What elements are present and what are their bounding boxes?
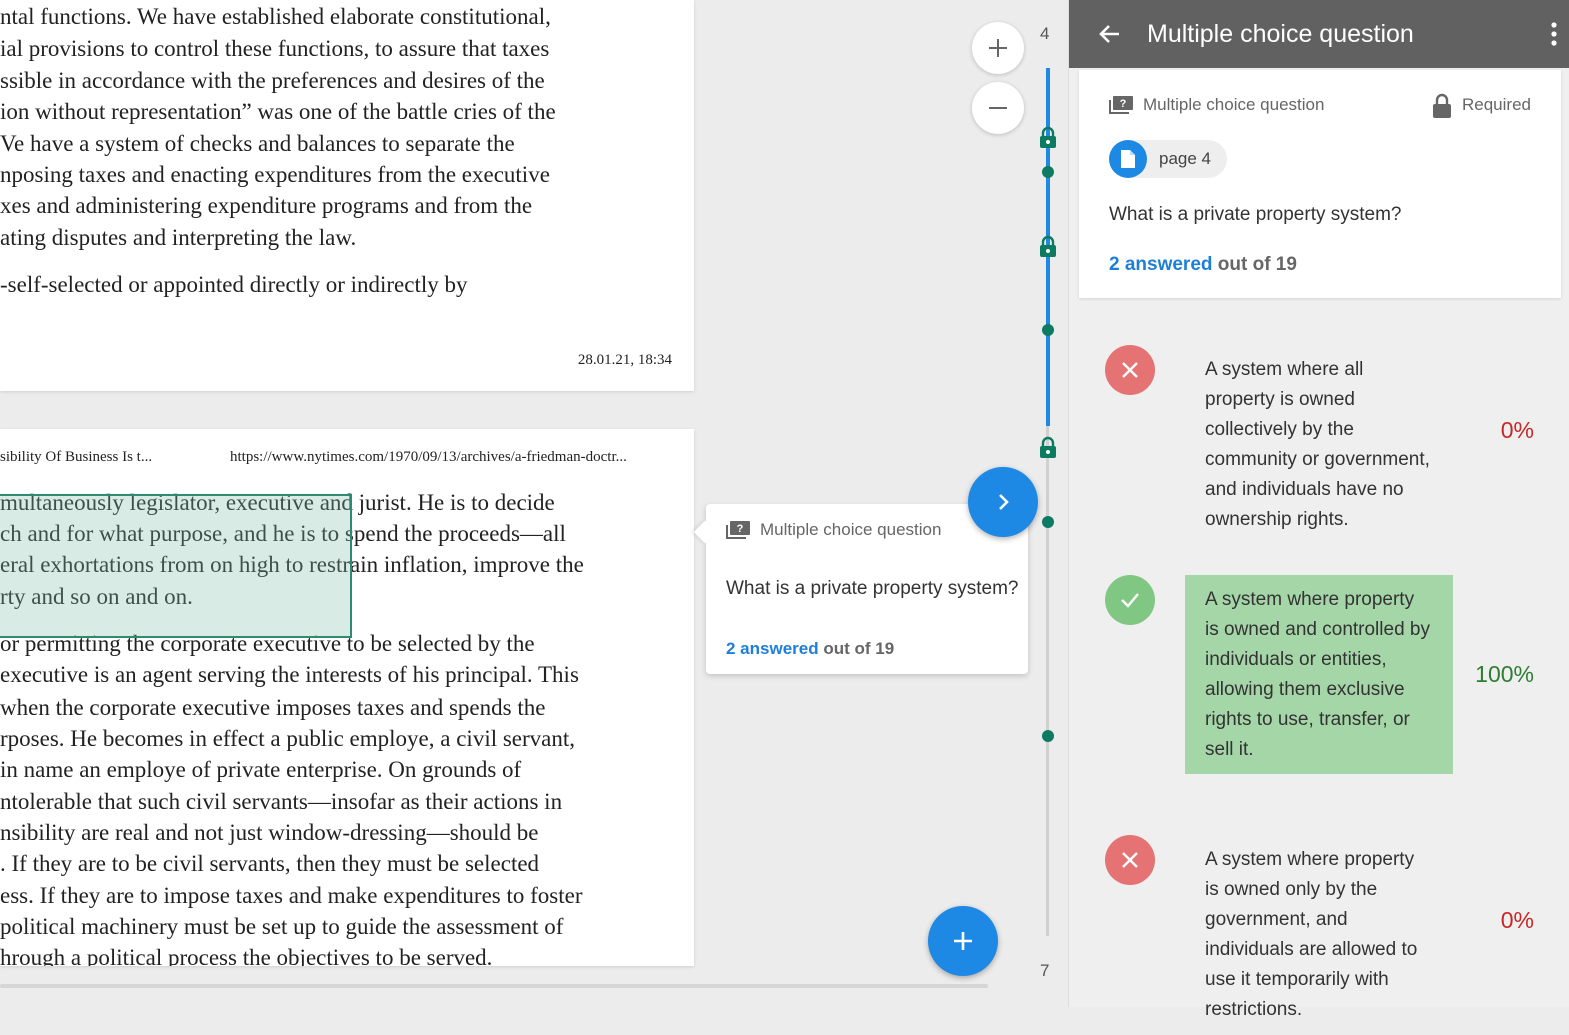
timeline-marker[interactable] (1042, 516, 1054, 528)
timeline-end-page: 7 (1040, 961, 1050, 980)
option-percent: 0% (1500, 417, 1534, 443)
text-line: -self-selected or appointed directly or … (0, 272, 468, 297)
text-line: ion without representation” was one of t… (0, 99, 556, 124)
zoom-out-button[interactable] (972, 82, 1024, 134)
page-chip[interactable]: page 4 (1109, 140, 1227, 178)
back-arrow-icon[interactable] (1097, 21, 1123, 47)
text-line: hrough a political process the objective… (0, 945, 493, 966)
text-line: ntal functions. We have established elab… (0, 4, 551, 29)
text-line: in name an employe of private enterprise… (0, 757, 522, 782)
lock-icon[interactable] (1038, 235, 1058, 257)
page-header-url: https://www.nytimes.com/1970/09/13/archi… (230, 449, 627, 465)
close-icon (1122, 362, 1138, 378)
question-popup-card[interactable]: ? Multiple choice question What is a pri… (706, 504, 1028, 674)
svg-text:?: ? (737, 523, 744, 535)
document-icon (1121, 150, 1135, 168)
svg-text:?: ? (1120, 98, 1127, 110)
text-line: . If they are to be civil servants, then… (0, 851, 540, 876)
summary-type-label: Multiple choice question (1143, 95, 1325, 114)
popup-type-label: Multiple choice question (760, 520, 942, 539)
popup-answered-count: 2 answered out of 19 (726, 639, 894, 659)
minus-icon (989, 107, 1007, 109)
text-line: ssible in accordance with the preference… (0, 68, 545, 93)
text-line: ating disputes and interpreting the law. (0, 225, 357, 250)
check-icon (1121, 593, 1139, 608)
lock-icon (1433, 93, 1451, 118)
plus-icon (989, 39, 1007, 57)
option-text: A system where property is owned only by… (1205, 849, 1418, 1020)
summary-answered-count: 2 answered out of 19 (1109, 254, 1297, 276)
question-panel: Multiple choice question ? Multiple choi… (1068, 0, 1569, 1020)
next-button[interactable] (968, 467, 1038, 537)
required-indicator: Required (1432, 92, 1531, 118)
close-icon (1122, 852, 1138, 868)
add-button[interactable] (928, 906, 998, 976)
correct-status (1105, 575, 1155, 625)
page-chip-label: page 4 (1159, 149, 1211, 168)
popup-type-row: ? Multiple choice question (726, 520, 941, 540)
option-text: A system where all property is owned col… (1205, 359, 1430, 530)
summary-type-row: ? Multiple choice question (1109, 95, 1324, 115)
lock-icon[interactable] (1038, 126, 1058, 148)
text-line: ntolerable that such civil servants—inso… (0, 789, 563, 814)
text-line: Ve have a system of checks and balances … (0, 131, 515, 156)
option-text: A system where property is owned and con… (1185, 575, 1453, 774)
more-vertical-icon[interactable] (1550, 21, 1558, 47)
option-percent: 100% (1475, 661, 1534, 687)
page-date: 28.01.21, 18:34 (577, 352, 672, 368)
timeline-start-page: 4 (1040, 24, 1050, 43)
text-line: ial provisions to control these function… (0, 36, 550, 61)
question-type-icon: ? (726, 521, 750, 539)
timeline-marker[interactable] (1042, 324, 1054, 336)
chevron-right-icon (999, 494, 1009, 510)
page-icon-wrap (1109, 140, 1147, 178)
answered-total: out of 19 (823, 639, 895, 658)
answered-count: 2 answered (1109, 254, 1213, 275)
lock-icon[interactable] (1038, 436, 1058, 458)
text-line: nposing taxes and enacting expenditures … (0, 162, 550, 187)
text-line: rposes. He becomes in effect a public em… (0, 726, 576, 751)
horizontal-scrollbar[interactable] (0, 984, 988, 988)
document-page-1: ntal functions. We have established elab… (0, 0, 694, 391)
panel-title: Multiple choice question (1147, 19, 1414, 48)
panel-header: Multiple choice question (1069, 0, 1569, 68)
page-header-title: sibility Of Business Is t... (0, 449, 153, 465)
question-type-icon: ? (1109, 96, 1133, 114)
text-highlight[interactable] (0, 494, 352, 638)
text-line: xes and administering expenditure progra… (0, 193, 533, 218)
option-percent: 0% (1500, 907, 1534, 933)
text-line: nsibility are real and not just window-d… (0, 820, 539, 845)
summary-question: What is a private property system? (1109, 204, 1402, 225)
text-line: political machinery must be set up to gu… (0, 914, 564, 939)
answered-count: 2 answered (726, 639, 819, 658)
timeline-marker[interactable] (1042, 166, 1054, 178)
text-line: ess. If they are to impose taxes and mak… (0, 883, 583, 908)
question-summary-card: ? Multiple choice question Required page… (1079, 70, 1561, 298)
incorrect-status (1105, 835, 1155, 885)
timeline-track (1046, 426, 1049, 936)
text-line: when the corporate executive imposes tax… (0, 695, 546, 720)
plus-icon (954, 932, 972, 950)
text-line: executive is an agent serving the intere… (0, 662, 579, 687)
timeline-marker[interactable] (1042, 730, 1054, 742)
incorrect-status (1105, 345, 1155, 395)
popup-question: What is a private property system? (726, 578, 1019, 599)
answered-total: out of 19 (1217, 254, 1297, 275)
required-label: Required (1462, 95, 1531, 114)
zoom-in-button[interactable] (972, 22, 1024, 74)
